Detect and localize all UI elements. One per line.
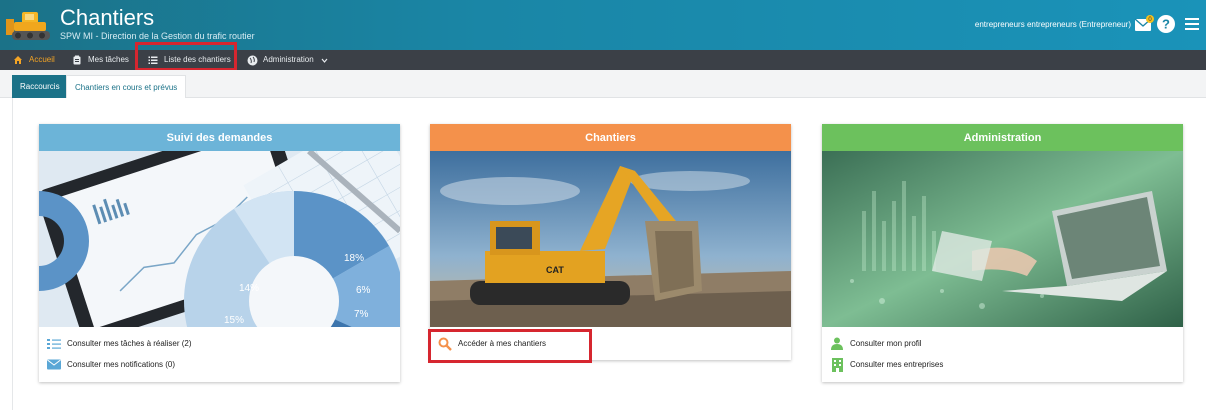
card-projects: Chantiers CAT Accéder à mes chantiers	[430, 124, 791, 360]
chart-label: 7%	[354, 309, 369, 320]
nav-administration-label: Administration	[263, 55, 314, 64]
highlight-box-nav	[135, 42, 237, 71]
globe-shield-icon	[245, 53, 259, 67]
checklist-icon	[47, 337, 61, 351]
link-my-profile[interactable]: Consulter mon profil	[830, 333, 1175, 354]
card-request-tracking: Suivi des demandes 14% 15% 18% 6% 7% Con…	[39, 124, 400, 382]
chart-label: 18%	[344, 253, 364, 264]
highlight-box-projects-link	[428, 329, 592, 363]
link-my-companies-label: Consulter mes entreprises	[850, 360, 944, 369]
chevron-down-icon	[318, 53, 332, 67]
svg-text:CAT: CAT	[546, 265, 564, 275]
link-my-tasks-label: Consulter mes tâches à réaliser (2)	[67, 339, 192, 348]
user-icon	[830, 337, 844, 351]
building-icon	[830, 357, 844, 372]
user-name[interactable]: entrepreneurs entrepreneurs (Entrepreneu…	[975, 20, 1131, 30]
envelope-icon	[47, 358, 61, 372]
request-tracking-image: 14% 15% 18% 6% 7%	[39, 151, 400, 327]
card-administration: Administration Consulter mon profil Cons…	[822, 124, 1183, 382]
nav-home-label: Accueil	[29, 55, 55, 64]
nav-tasks-label: Mes tâches	[88, 55, 129, 64]
link-my-companies[interactable]: Consulter mes entreprises	[830, 354, 1175, 375]
app-subtitle: SPW MI - Direction de la Gestion du traf…	[60, 31, 255, 41]
mail-icon[interactable]: 0	[1134, 14, 1154, 39]
clipboard-icon	[70, 53, 84, 67]
chart-label: 6%	[356, 285, 371, 296]
link-my-tasks[interactable]: Consulter mes tâches à réaliser (2)	[47, 333, 392, 354]
hamburger-icon[interactable]	[1184, 14, 1200, 39]
link-my-notifications[interactable]: Consulter mes notifications (0)	[47, 354, 392, 375]
bulldozer-logo-icon[interactable]	[6, 6, 56, 44]
nav-tasks[interactable]: Mes tâches	[70, 50, 129, 70]
card-projects-title: Chantiers	[430, 124, 791, 151]
link-my-notifications-label: Consulter mes notifications (0)	[67, 360, 176, 369]
card-request-tracking-title: Suivi des demandes	[39, 124, 400, 151]
laptop-image	[822, 151, 1183, 327]
tab-current-projects[interactable]: Chantiers en cours et prévus	[66, 75, 187, 98]
svg-text:?: ?	[1162, 17, 1170, 32]
tab-shortcuts[interactable]: Raccourcis	[12, 75, 68, 98]
tab-bar: Raccourcis Chantiers en cours et prévus	[0, 70, 1206, 98]
excavator-image: CAT	[430, 151, 791, 327]
help-icon[interactable]: ?	[1156, 14, 1176, 39]
content-divider	[12, 98, 13, 410]
app-title: Chantiers	[60, 5, 155, 30]
card-administration-title: Administration	[822, 124, 1183, 151]
home-icon	[11, 53, 25, 67]
link-my-profile-label: Consulter mon profil	[850, 339, 922, 348]
chart-label: 15%	[224, 315, 244, 326]
nav-home[interactable]: Accueil	[11, 50, 55, 70]
chart-label: 14%	[239, 283, 259, 294]
nav-administration[interactable]: Administration	[245, 50, 332, 70]
